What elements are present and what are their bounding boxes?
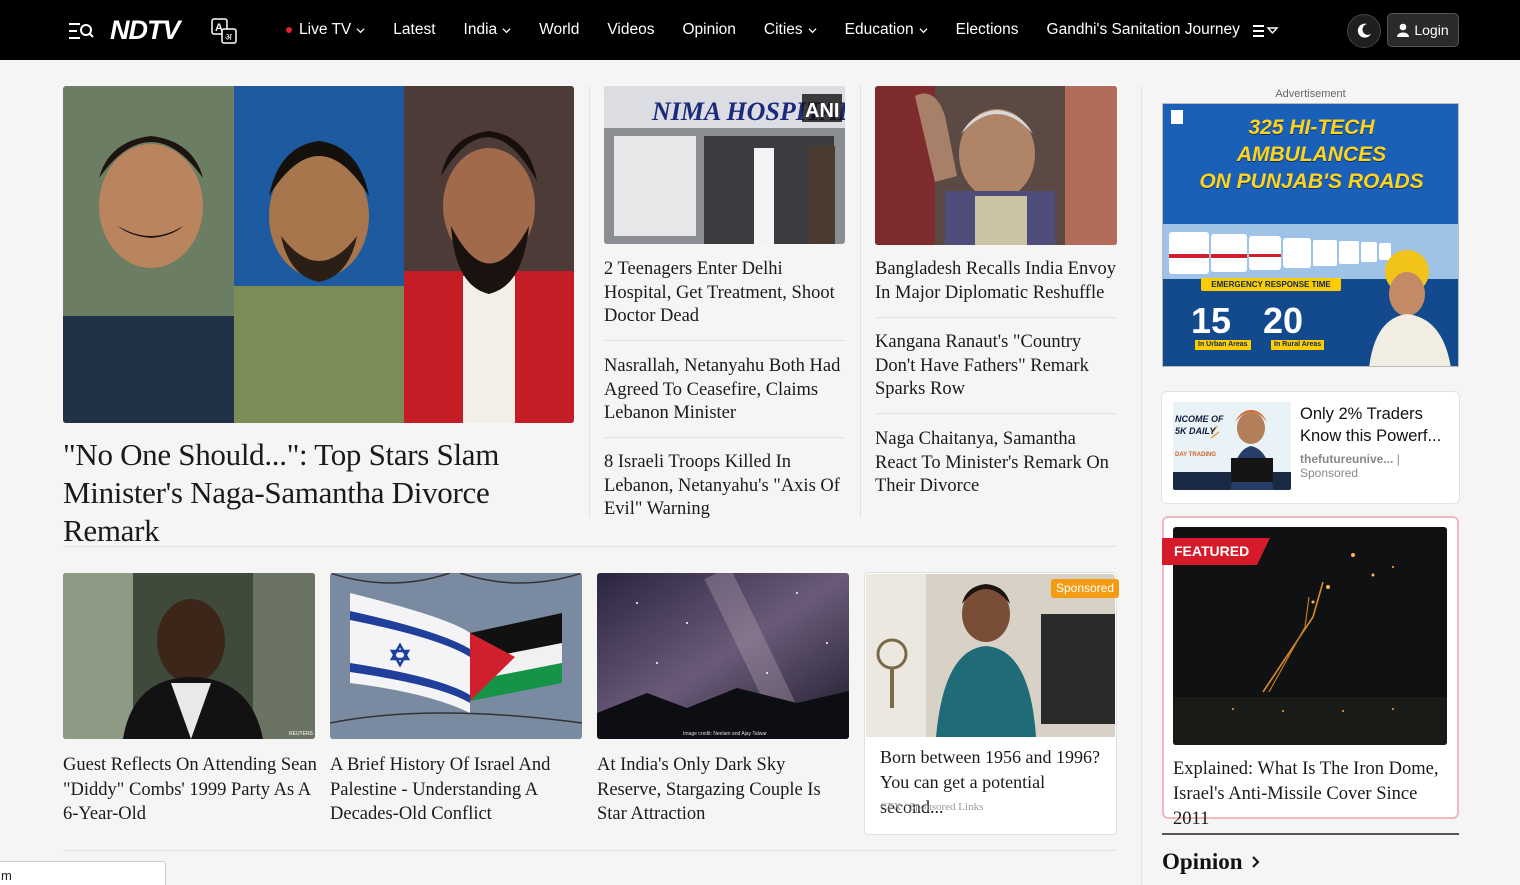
story-title[interactable]: A Brief History Of Israel And Palestine … <box>330 753 585 827</box>
ad-strip: EMERGENCY RESPONSE TIME <box>1201 278 1341 291</box>
main-nav: Live TV Latest India World Videos Opinio… <box>286 0 1268 60</box>
nav-education[interactable]: Education <box>845 21 928 39</box>
theme-toggle-button[interactable] <box>1347 14 1381 48</box>
trading-ad-source: thefutureunive... | Sponsored <box>1300 452 1400 480</box>
nav-gandhi-sanitation[interactable]: Gandhi's Sanitation Journey <box>1047 21 1240 39</box>
ad-sub-urban: In Urban Areas <box>1195 340 1251 350</box>
ad-number-rural: 20 <box>1263 300 1304 341</box>
chevron-right-icon <box>1251 856 1259 868</box>
moon-icon <box>1357 23 1371 38</box>
sponsored-ad-image[interactable] <box>866 574 1115 737</box>
trading-ad-text: 5K DAILY <box>1175 426 1216 436</box>
advertisement-label: Advertisement <box>1275 88 1346 100</box>
nav-latest[interactable]: Latest <box>393 21 435 39</box>
lead-story-image[interactable] <box>63 86 574 423</box>
sponsored-tag: Sponsored <box>1051 579 1120 598</box>
menu-search-icon[interactable] <box>68 20 94 42</box>
story-title[interactable]: Nasrallah, Netanyahu Both Had Agreed To … <box>604 355 849 426</box>
nav-cities[interactable]: Cities <box>764 21 817 39</box>
israel-palestine-story-image[interactable] <box>330 573 582 739</box>
ani-badge: ANI <box>805 100 839 122</box>
image-credit: REUTERS <box>289 731 314 737</box>
story-divider <box>604 437 845 438</box>
featured-title[interactable]: Explained: What Is The Iron Dome, Israel… <box>1173 757 1448 832</box>
section-divider <box>63 546 1117 547</box>
svg-text:अ: अ <box>225 33 233 43</box>
sponsored-trading-card[interactable]: NCOME OF 5K DAILY DAY TRADING Only 2% Tr… <box>1162 392 1459 503</box>
story-title[interactable]: Bangladesh Recalls India Envoy In Major … <box>875 258 1120 305</box>
story-title[interactable]: 2 Teenagers Enter Delhi Hospital, Get Tr… <box>604 258 849 329</box>
diddy-story-image[interactable]: REUTERS <box>63 573 315 739</box>
chevron-down-icon <box>919 27 928 33</box>
user-icon <box>1397 23 1410 37</box>
featured-badge: FEATURED <box>1162 538 1270 565</box>
section-divider <box>63 850 1117 851</box>
trading-ad-title[interactable]: Only 2% Traders Know this Powerf... <box>1300 403 1455 447</box>
trading-ad-text: DAY TRADING <box>1175 452 1216 458</box>
nav-elections[interactable]: Elections <box>956 21 1019 39</box>
lead-story-title[interactable]: "No One Should...": Top Stars Slam Minis… <box>63 436 578 550</box>
live-dot-icon <box>286 27 292 33</box>
ad-sub-rural: In Rural Areas <box>1271 340 1325 350</box>
column-divider <box>589 86 590 518</box>
top-navigation-bar: NDTV A अ Live TV Latest India World Vide… <box>0 0 1520 60</box>
more-menu-icon[interactable] <box>1251 22 1279 40</box>
story-title[interactable]: 8 Israeli Troops Killed In Lebanon, Neta… <box>604 451 849 522</box>
opinion-section-link[interactable]: Opinion <box>1162 849 1260 875</box>
trading-ad-image: NCOME OF 5K DAILY DAY TRADING <box>1173 402 1291 490</box>
language-toggle-icon[interactable]: A अ <box>211 18 237 44</box>
story-title[interactable]: At India's Only Dark Sky Reserve, Starga… <box>597 753 852 827</box>
nav-opinion[interactable]: Opinion <box>682 21 735 39</box>
chevron-down-icon <box>808 27 817 33</box>
chevron-down-icon <box>502 27 511 33</box>
ambulance-advertisement[interactable]: 325 HI-TECH AMBULANCES ON PUNJAB'S ROADS… <box>1162 103 1459 367</box>
nav-live-tv[interactable]: Live TV <box>286 21 365 39</box>
image-credit: Image credit: Neelam and Ajay Talwar <box>683 731 767 737</box>
nav-world[interactable]: World <box>539 21 579 39</box>
story-divider <box>875 317 1117 318</box>
story-title[interactable]: Naga Chaitanya, Samantha React To Minist… <box>875 428 1120 499</box>
ad-headline: 325 HI-TECH AMBULANCES ON PUNJAB'S ROADS <box>1199 116 1424 193</box>
dark-sky-story-image[interactable]: Image credit: Neelam and Ajay Talwar <box>597 573 849 739</box>
sponsored-ad-source: CPX | Sponsored Links <box>880 801 984 813</box>
status-bar: m <box>0 861 166 885</box>
story-divider <box>875 413 1117 414</box>
story-title[interactable]: Guest Reflects On Attending Sean "Diddy"… <box>63 753 318 827</box>
story-title[interactable]: Kangana Ranaut's "Country Don't Have Fat… <box>875 331 1120 402</box>
login-button[interactable]: Login <box>1387 13 1459 47</box>
nav-videos[interactable]: Videos <box>607 21 654 39</box>
ad-number-urban: 15 <box>1191 300 1232 341</box>
rail-divider <box>1141 86 1142 885</box>
ndtv-logo[interactable]: NDTV <box>110 15 180 46</box>
nav-india[interactable]: India <box>464 21 512 39</box>
opinion-divider <box>1162 833 1459 835</box>
hospital-story-image[interactable]: NIMA HOSPITAL ANI <box>604 86 845 244</box>
chevron-down-icon <box>356 27 365 33</box>
story-divider <box>604 340 845 341</box>
trading-ad-text: NCOME OF <box>1175 414 1224 424</box>
bangladesh-story-image[interactable] <box>875 86 1117 245</box>
column-divider <box>860 86 861 518</box>
